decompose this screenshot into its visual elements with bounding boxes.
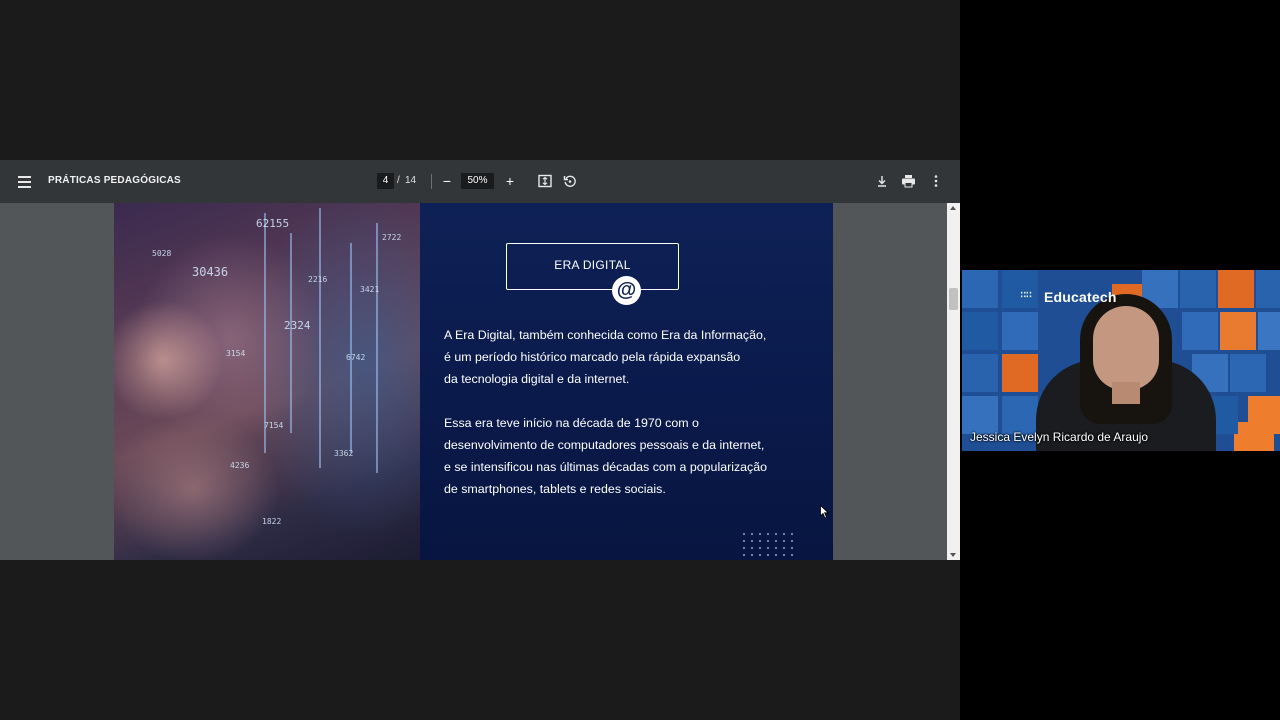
decorative-dot: [751, 554, 753, 556]
zoom-out-icon[interactable]: −: [440, 173, 454, 189]
background-tile: [962, 354, 998, 392]
paragraph-line: da tecnologia digital e da internet.: [444, 372, 630, 386]
decorative-dot-grid: [743, 533, 799, 560]
educatech-logo-icon: ∷∷: [1020, 288, 1032, 301]
era-digital-panel: ERA DIGITAL @ A Era Digital, também conh…: [420, 203, 833, 560]
era-digital-heading-box: ERA DIGITAL: [506, 243, 679, 290]
background-tile: [1258, 312, 1280, 350]
background-tile: [1002, 354, 1038, 392]
decorative-dot: [775, 547, 777, 549]
decorative-dot: [743, 533, 745, 535]
page-separator: /: [397, 175, 400, 186]
paragraph-line: de smartphones, tablets e redes sociais.: [444, 482, 666, 496]
scroll-down-arrow-icon[interactable]: [950, 553, 956, 557]
decorative-dot: [791, 547, 793, 549]
decorative-dot: [767, 540, 769, 542]
digital-face-image: 62155 2722 5028 30436 2216 3421 2324 315…: [114, 203, 420, 560]
background-tile: [1182, 312, 1218, 350]
background-tile: [1180, 270, 1216, 308]
zoom-input[interactable]: 50%: [461, 173, 494, 189]
pdf-viewer: PRÁTICAS PEDAGÓGICAS 4 / 14 − 50% + 6215…: [0, 160, 960, 560]
background-tile: [1248, 396, 1280, 434]
vertical-scrollbar[interactable]: [947, 203, 960, 560]
page-total: 14: [405, 175, 417, 186]
page-number-input[interactable]: 4: [377, 173, 394, 189]
scroll-thumb[interactable]: [949, 288, 958, 310]
background-tile: [1218, 270, 1254, 308]
participant-name: Jessica Evelyn Ricardo de Araujo: [970, 430, 1149, 444]
decorative-dot: [759, 554, 761, 556]
decorative-dot: [759, 547, 761, 549]
speaker-neck: [1112, 382, 1140, 404]
era-digital-heading: ERA DIGITAL: [554, 258, 631, 272]
decorative-dot: [743, 554, 745, 556]
zoom-in-icon[interactable]: +: [503, 173, 517, 189]
decorative-dot: [751, 533, 753, 535]
decorative-dot: [775, 540, 777, 542]
decorative-dot: [775, 533, 777, 535]
document-title: PRÁTICAS PEDAGÓGICAS: [48, 175, 181, 186]
speaker-face: [1093, 306, 1159, 390]
download-icon[interactable]: [875, 174, 889, 188]
decorative-dot: [783, 547, 785, 549]
rotate-icon[interactable]: [563, 174, 577, 188]
background-tile: [1220, 312, 1256, 350]
paragraph-line: é um período histórico marcado pela rápi…: [444, 350, 741, 364]
participant-video-tile[interactable]: ∷∷ Educatech Jessica Evelyn Ricardo de A…: [962, 270, 1280, 451]
paragraph-2: Essa era teve início na década de 1970 c…: [444, 412, 814, 500]
decorative-dot: [791, 533, 793, 535]
background-tile: [962, 312, 998, 350]
screen-share-area: PRÁTICAS PEDAGÓGICAS 4 / 14 − 50% + 6215…: [0, 0, 960, 720]
decorative-dot: [759, 533, 761, 535]
background-tile: [1256, 270, 1280, 308]
decorative-dot: [751, 547, 753, 549]
decorative-dot: [767, 554, 769, 556]
decorative-dot: [775, 554, 777, 556]
paragraph-line: Essa era teve início na década de 1970 c…: [444, 416, 699, 430]
decorative-dot: [783, 533, 785, 535]
background-tile: [1002, 312, 1038, 350]
pdf-toolbar: PRÁTICAS PEDAGÓGICAS 4 / 14 − 50% +: [0, 160, 960, 203]
at-sign-icon: @: [612, 276, 641, 305]
background-tile: [1002, 396, 1038, 434]
paragraph-line: e se intensificou nas últimas décadas co…: [444, 460, 768, 474]
menu-icon[interactable]: [14, 173, 34, 191]
pdf-page: 62155 2722 5028 30436 2216 3421 2324 315…: [114, 203, 833, 560]
background-tile: [1230, 354, 1266, 392]
toolbar-divider: [431, 174, 432, 189]
paragraph-1: A Era Digital, também conhecida como Era…: [444, 324, 814, 390]
decorative-dot: [759, 540, 761, 542]
decorative-dot: [767, 547, 769, 549]
decorative-dot: [767, 533, 769, 535]
decorative-dot: [743, 540, 745, 542]
print-icon[interactable]: [901, 174, 916, 188]
decorative-dot: [791, 540, 793, 542]
scroll-up-arrow-icon[interactable]: [950, 206, 956, 210]
paragraph-line: desenvolvimento de computadores pessoais…: [444, 438, 765, 452]
educatech-logo: Educatech: [1044, 289, 1117, 305]
paragraph-line: A Era Digital, também conhecida como Era…: [444, 328, 767, 342]
participants-panel: ∷∷ Educatech Jessica Evelyn Ricardo de A…: [960, 0, 1280, 720]
decorative-dot: [783, 540, 785, 542]
background-tile: [962, 270, 998, 308]
decorative-dot: [791, 554, 793, 556]
decorative-dot: [743, 547, 745, 549]
decorative-dot: [751, 540, 753, 542]
decorative-dot: [783, 554, 785, 556]
background-tile: [962, 396, 998, 434]
more-options-icon[interactable]: [929, 174, 943, 188]
fit-to-page-icon[interactable]: [538, 174, 552, 188]
